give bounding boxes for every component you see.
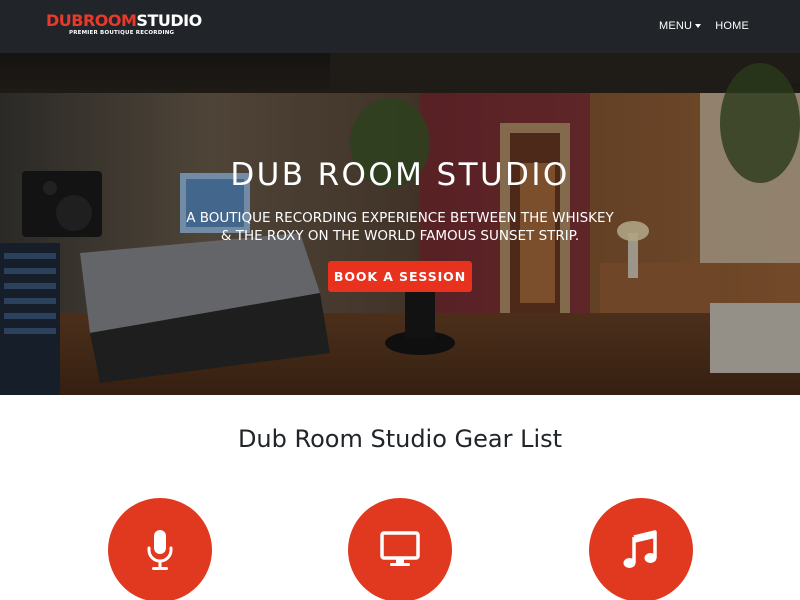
- monitor-icon: [380, 531, 420, 566]
- gear-list-heading: Dub Room Studio Gear List: [237, 425, 563, 453]
- hero-title: DUB ROOM STUDIO: [230, 157, 570, 193]
- home-link[interactable]: HOME: [715, 20, 749, 32]
- hero-section: DUB ROOM STUDIO A BOUTIQUE RECORDING EXP…: [0, 53, 800, 395]
- brand-logo[interactable]: DUBROOMSTUDIO PREMIER BOUTIQUE RECORDING: [46, 12, 202, 37]
- microphone-icon: [147, 530, 173, 570]
- brand-name-part2: STUDIO: [136, 11, 202, 30]
- caret-down-icon: [695, 23, 702, 28]
- home-label: HOME: [715, 20, 749, 32]
- book-session-button[interactable]: BOOK A SESSION: [328, 261, 472, 292]
- hero-subtitle-line-2: & THE ROXY ON THE WORLD FAMOUS SUNSET ST…: [220, 228, 580, 244]
- hero-subtitle: A BOUTIQUE RECORDING EXPERIENCE BETWEEN …: [160, 209, 640, 245]
- microphone-icon-circle: [108, 498, 212, 600]
- brand-tagline: PREMIER BOUTIQUE RECORDING: [69, 30, 175, 36]
- brand-name-part1: DUBROOM: [46, 11, 137, 30]
- monitor-icon-circle: [348, 498, 452, 600]
- navbar: DUBROOMSTUDIO PREMIER BOUTIQUE RECORDING…: [0, 0, 800, 53]
- brand-title: DUBROOMSTUDIO: [46, 12, 202, 30]
- hero-subtitle-line-1: A BOUTIQUE RECORDING EXPERIENCE BETWEEN …: [186, 210, 614, 226]
- music-note-icon-circle: [589, 498, 693, 600]
- music-note-icon: [623, 530, 657, 568]
- menu-dropdown[interactable]: MENU: [658, 20, 702, 32]
- menu-label: MENU: [658, 20, 693, 32]
- nav-links: MENU HOME: [659, 20, 749, 32]
